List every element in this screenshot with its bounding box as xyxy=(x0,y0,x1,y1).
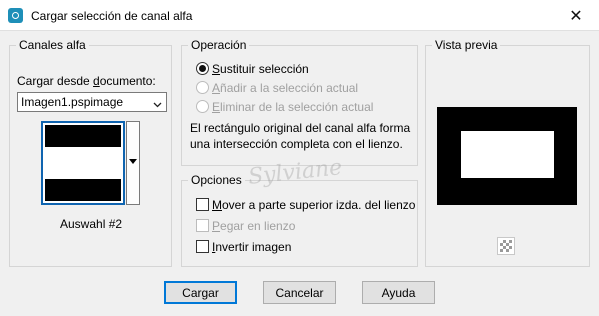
document-select[interactable]: Imagen1.pspimage xyxy=(17,92,167,112)
move-top-left-label[interactable]: Mover a parte superior izda. del lienzo xyxy=(212,198,415,212)
chevron-down-icon xyxy=(153,97,162,108)
channel-dropdown-button[interactable] xyxy=(126,121,140,205)
title-bar: Cargar selección de canal alfa ✕ xyxy=(0,0,599,31)
close-icon[interactable]: ✕ xyxy=(553,0,599,31)
channels-legend: Canales alfa xyxy=(16,38,89,52)
remove-selection-radio[interactable] xyxy=(196,100,209,113)
remove-selection-label[interactable]: Eliminar de la selección actual xyxy=(212,100,373,114)
operation-description: El rectángulo original del canal alfa fo… xyxy=(190,121,411,151)
cancel-button[interactable]: Cancelar xyxy=(263,281,336,304)
load-from-document-label: Cargar desde documento: xyxy=(17,74,156,88)
checker-icon[interactable] xyxy=(497,237,515,255)
app-icon xyxy=(8,8,23,23)
add-selection-radio[interactable] xyxy=(196,81,209,94)
move-top-left-checkbox[interactable] xyxy=(196,198,209,211)
add-selection-label[interactable]: Añadir a la selección actual xyxy=(212,81,358,95)
paste-canvas-checkbox[interactable] xyxy=(196,219,209,232)
document-select-value: Imagen1.pspimage xyxy=(21,95,124,109)
options-legend: Opciones xyxy=(188,173,245,187)
load-button[interactable]: Cargar xyxy=(164,281,237,304)
invert-image-checkbox[interactable] xyxy=(196,240,209,253)
preview-image xyxy=(437,107,577,205)
channel-name: Auswahl #2 xyxy=(60,217,123,231)
help-button[interactable]: Ayuda xyxy=(362,281,435,304)
replace-selection-label[interactable]: Sustituir selección xyxy=(212,62,309,76)
operation-legend: Operación xyxy=(188,38,250,52)
invert-image-label[interactable]: Invertir imagen xyxy=(212,240,291,254)
window-title: Cargar selección de canal alfa xyxy=(31,9,193,23)
paste-canvas-label[interactable]: Pegar en lienzo xyxy=(212,219,295,233)
replace-selection-radio[interactable] xyxy=(196,62,209,75)
channel-thumbnail[interactable] xyxy=(41,121,125,205)
preview-legend: Vista previa xyxy=(432,38,501,52)
